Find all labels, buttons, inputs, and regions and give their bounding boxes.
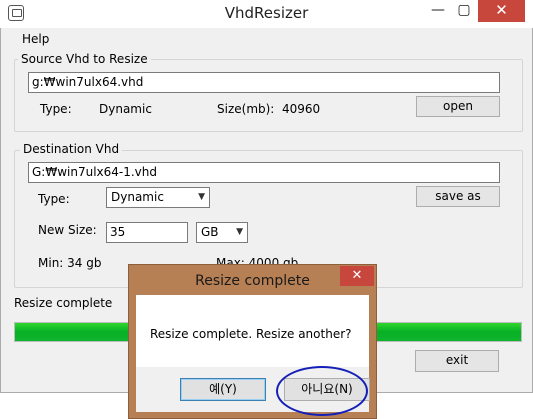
exit-button[interactable]: exit: [415, 350, 499, 372]
min-size-text: Min: 34 gb: [38, 256, 102, 270]
highlight-annotation: [276, 366, 368, 416]
confirm-dialog: Resize complete ✕ Resize complete. Resiz…: [128, 264, 377, 419]
close-button[interactable]: ✕: [478, 0, 525, 22]
source-size-label: Size(mb):: [217, 102, 275, 116]
save-as-button[interactable]: save as: [416, 186, 500, 207]
new-size-input[interactable]: 35: [106, 222, 188, 243]
destination-type-select[interactable]: Dynamic ▼: [106, 187, 210, 208]
source-path-input[interactable]: g:₩win7ulx64.vhd: [28, 72, 500, 93]
destination-type-value: Dynamic: [111, 190, 164, 204]
new-size-label: New Size:: [38, 223, 97, 237]
source-type-label: Type:: [40, 102, 72, 116]
dialog-close-button[interactable]: ✕: [340, 266, 374, 286]
destination-path-input[interactable]: G:₩win7ulx64-1.vhd: [28, 162, 500, 183]
source-group-label: Source Vhd to Resize: [18, 52, 151, 66]
source-size-value: 40960: [282, 102, 321, 116]
minimize-button[interactable]: —: [425, 0, 451, 22]
yes-button[interactable]: 예(Y): [180, 378, 266, 401]
menu-bar: [1, 29, 532, 49]
dialog-message: Resize complete. Resize another?: [150, 327, 352, 341]
menu-help[interactable]: Help: [22, 32, 49, 46]
open-button[interactable]: open: [416, 96, 500, 117]
destination-group-label: Destination Vhd: [20, 142, 123, 156]
dialog-title: Resize complete: [195, 273, 310, 289]
maximize-button[interactable]: ▢: [451, 0, 477, 22]
size-unit-select[interactable]: GB ▼: [196, 222, 248, 243]
status-text: Resize complete: [14, 296, 113, 310]
source-type-value: Dynamic: [99, 102, 152, 116]
chevron-down-icon: ▼: [236, 227, 243, 237]
chevron-down-icon: ▼: [198, 192, 205, 202]
size-unit-value: GB: [201, 225, 219, 239]
dialog-body: Resize complete. Resize another?: [136, 295, 369, 367]
destination-type-label: Type:: [38, 192, 70, 206]
